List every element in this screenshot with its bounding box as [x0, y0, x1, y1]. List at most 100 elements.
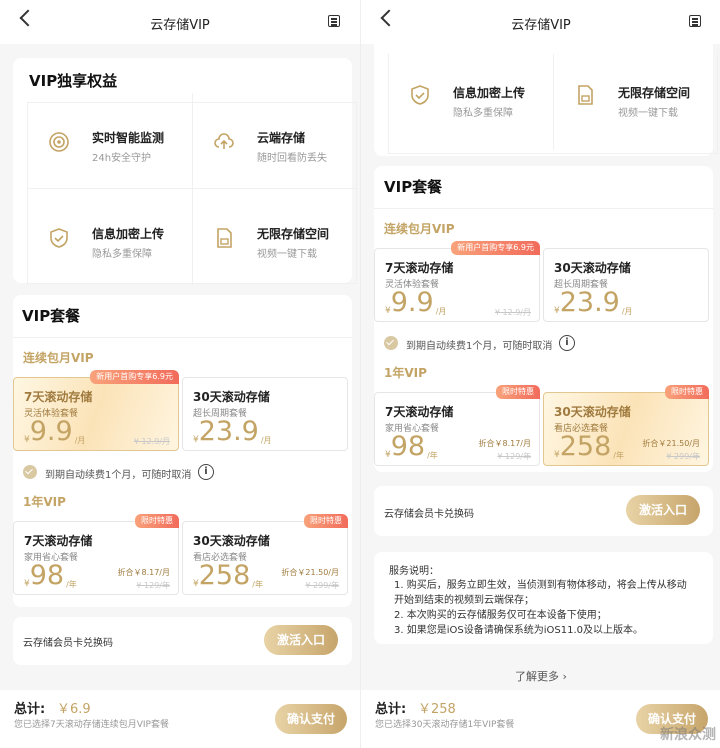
plan-price: ¥9.9/月	[385, 287, 447, 318]
shield-check-icon	[411, 85, 429, 105]
service-title: 服务说明：	[389, 566, 439, 577]
yearly-label: 1年VIP	[384, 366, 427, 380]
benefit-sub: 隐私多重保障	[92, 249, 152, 260]
plan-name: 30天滚动存储	[193, 390, 270, 404]
auto-renew-checkbox[interactable]	[23, 465, 37, 479]
activate-button[interactable]: 激活入口	[264, 625, 338, 655]
plan-original-price: ¥ 299/年	[305, 581, 339, 590]
plan-monthly-equivalent: 折合￥21.50/月	[281, 568, 339, 577]
packages-card: VIP套餐 连续包月VIP 新用户首购专享6.9元 7天滚动存储 灵活体验套餐 …	[13, 295, 352, 607]
plan-badge: 新用户首购专享6.9元	[451, 241, 540, 255]
info-icon[interactable]: i	[198, 464, 214, 480]
activate-button[interactable]: 激活入口	[626, 495, 700, 525]
nav-bar: 云存储VIP	[361, 0, 720, 44]
plan-name: 30天滚动存储	[554, 261, 631, 275]
menu-icon[interactable]	[689, 15, 701, 27]
shield-check-icon	[50, 228, 68, 248]
page-title: 云存储VIP	[150, 18, 210, 33]
redeem-card: 云存储会员卡兑换码 激活入口	[374, 486, 713, 536]
benefit-item: 实时智能监测 24h安全守护	[28, 93, 193, 189]
plan-monthly-30day[interactable]: 30天滚动存储 超长周期套餐 ¥23.9/月	[182, 377, 348, 451]
benefit-sub: 隐私多重保障	[453, 108, 513, 119]
selection-note: 您已选择30天滚动存储1年VIP套餐	[375, 720, 515, 730]
selection-note: 您已选择7天滚动存储连续包月VIP套餐	[14, 720, 169, 730]
redeem-label: 云存储会员卡兑换码	[23, 638, 113, 649]
plan-name: 30天滚动存储	[554, 405, 631, 419]
plan-name: 7天滚动存储	[24, 390, 93, 404]
benefit-item: 无限存储空间 视频一键下载	[193, 189, 358, 285]
sd-card-icon	[578, 85, 593, 105]
plan-price: ¥258/年	[554, 431, 624, 462]
auto-renew-checkbox[interactable]	[384, 336, 398, 350]
plan-monthly-equivalent: 折合￥8.17/月	[478, 439, 531, 448]
benefit-item: 信息加密上传 隐私多重保障	[389, 54, 554, 150]
benefit-item: 云端存储 随时回看防丢失	[193, 93, 358, 189]
sd-card-icon	[217, 228, 232, 248]
auto-renew-text: 到期自动续费1个月，可随时取消	[45, 470, 192, 481]
service-item: 2. 本次购买的云存储服务仅可在本设备下使用；	[394, 610, 607, 621]
plan-monthly-equivalent: 折合￥21.50/月	[642, 439, 700, 448]
left-screen: 云存储VIP VIP独享权益 实时智能监测 24h安全守护 云端存储 随时回看防…	[0, 0, 360, 748]
plan-yearly-7day[interactable]: 限时特惠 7天滚动存储 家用省心套餐 ¥98/年 折合￥8.17/月 ¥ 129…	[374, 385, 540, 466]
benefit-title: 信息加密上传	[453, 86, 526, 100]
plan-price: ¥23.9/月	[554, 287, 633, 318]
plan-price: ¥9.9/月	[24, 416, 86, 447]
plan-yearly-30day[interactable]: 限时特惠 30天滚动存储 看店必选套餐 ¥258/年 折合￥21.50/月 ¥ …	[182, 514, 348, 595]
page-title: 云存储VIP	[511, 18, 571, 33]
benefit-title: 信息加密上传	[92, 227, 165, 241]
redeem-card: 云存储会员卡兑换码 激活入口	[13, 617, 352, 665]
plan-monthly-7day[interactable]: 新用户首购专享6.9元 7天滚动存储 灵活体验套餐 ¥9.9/月 ¥ 12.9/…	[374, 241, 540, 322]
plan-monthly-equivalent: 折合￥8.17/月	[117, 568, 170, 577]
plan-price: ¥258/年	[193, 560, 263, 591]
plan-yearly-7day[interactable]: 限时特惠 7天滚动存储 家用省心套餐 ¥98/年 折合￥8.17/月 ¥ 129…	[13, 514, 179, 595]
plan-original-price: ¥ 129/年	[497, 452, 531, 461]
learn-more-link[interactable]: 了解更多 ›	[361, 668, 720, 684]
total-label: 总计:	[375, 702, 407, 717]
benefit-item: 无限存储空间 视频一键下载	[554, 54, 719, 150]
benefits-grid: 信息加密上传 隐私多重保障 无限存储空间 视频一键下载	[388, 54, 718, 154]
total-label: 总计:	[14, 702, 46, 717]
footer-bar: 总计: ￥6.9 您已选择7天滚动存储连续包月VIP套餐 确认支付	[0, 690, 360, 748]
packages-card: VIP套餐 连续包月VIP 新用户首购专享6.9元 7天滚动存储 灵活体验套餐 …	[374, 166, 713, 472]
nav-bar: 云存储VIP	[0, 0, 360, 44]
packages-heading: VIP套餐	[22, 307, 81, 325]
monthly-label: 连续包月VIP	[384, 222, 455, 236]
plan-badge: 限时特惠	[496, 385, 540, 399]
menu-icon[interactable]	[328, 15, 340, 27]
benefit-title: 实时智能监测	[92, 131, 165, 145]
plan-original-price: ¥ 12.9/月	[494, 308, 531, 317]
info-icon[interactable]: i	[559, 335, 575, 351]
monthly-label: 连续包月VIP	[23, 351, 94, 365]
plan-name: 30天滚动存储	[193, 534, 270, 548]
total-value: ￥6.9	[57, 702, 91, 717]
watermark: 新浪众测	[660, 727, 716, 743]
plan-monthly-30day[interactable]: 30天滚动存储 超长周期套餐 ¥23.9/月	[543, 248, 709, 322]
learn-more-label: 了解更多	[515, 670, 560, 683]
plan-yearly-30day[interactable]: 限时特惠 30天滚动存储 看店必选套餐 ¥258/年 折合￥21.50/月 ¥ …	[543, 385, 709, 466]
benefit-title: 云端存储	[257, 131, 306, 145]
plan-original-price: ¥ 299/年	[666, 452, 700, 461]
plan-badge: 限时特惠	[304, 514, 348, 528]
plan-badge: 新用户首购专享6.9元	[90, 370, 179, 384]
benefit-sub: 视频一键下载	[618, 108, 678, 119]
packages-heading: VIP套餐	[384, 178, 443, 196]
benefit-sub: 视频一键下载	[257, 249, 317, 260]
benefits-grid: 实时智能监测 24h安全守护 云端存储 随时回看防丢失 信息加密上传 隐私多重保…	[27, 93, 358, 285]
plan-monthly-7day[interactable]: 新用户首购专享6.9元 7天滚动存储 灵活体验套餐 ¥9.9/月 ¥ 12.9/…	[13, 370, 179, 451]
benefit-sub: 随时回看防丢失	[257, 153, 327, 164]
benefit-item: 信息加密上传 隐私多重保障	[28, 189, 193, 285]
plan-price: ¥23.9/月	[193, 416, 272, 447]
right-screen: 云存储VIP 信息加密上传 隐私多重保障 无限存储空间 视频一键下载 VIP套餐…	[360, 0, 720, 748]
service-item: 1. 购买后，服务立即生效，当侦测到有物体移动，将会上传从移动开始到结束的视频到…	[394, 580, 687, 606]
total-value: ￥258	[418, 702, 456, 717]
confirm-pay-button[interactable]: 确认支付	[275, 704, 347, 734]
plan-price: ¥98/年	[385, 431, 438, 462]
service-item: 3. 如果您是iOS设备请确保系统为iOS11.0及以上版本。	[394, 625, 643, 636]
plan-name: 7天滚动存储	[24, 534, 93, 548]
target-icon	[49, 132, 69, 152]
yearly-label: 1年VIP	[23, 495, 66, 509]
plan-name: 7天滚动存储	[385, 261, 454, 275]
benefits-card: VIP独享权益 实时智能监测 24h安全守护 云端存储 随时回看防丢失 信息加密…	[13, 58, 358, 285]
cloud-upload-icon	[214, 133, 234, 149]
benefit-title: 无限存储空间	[618, 86, 691, 100]
